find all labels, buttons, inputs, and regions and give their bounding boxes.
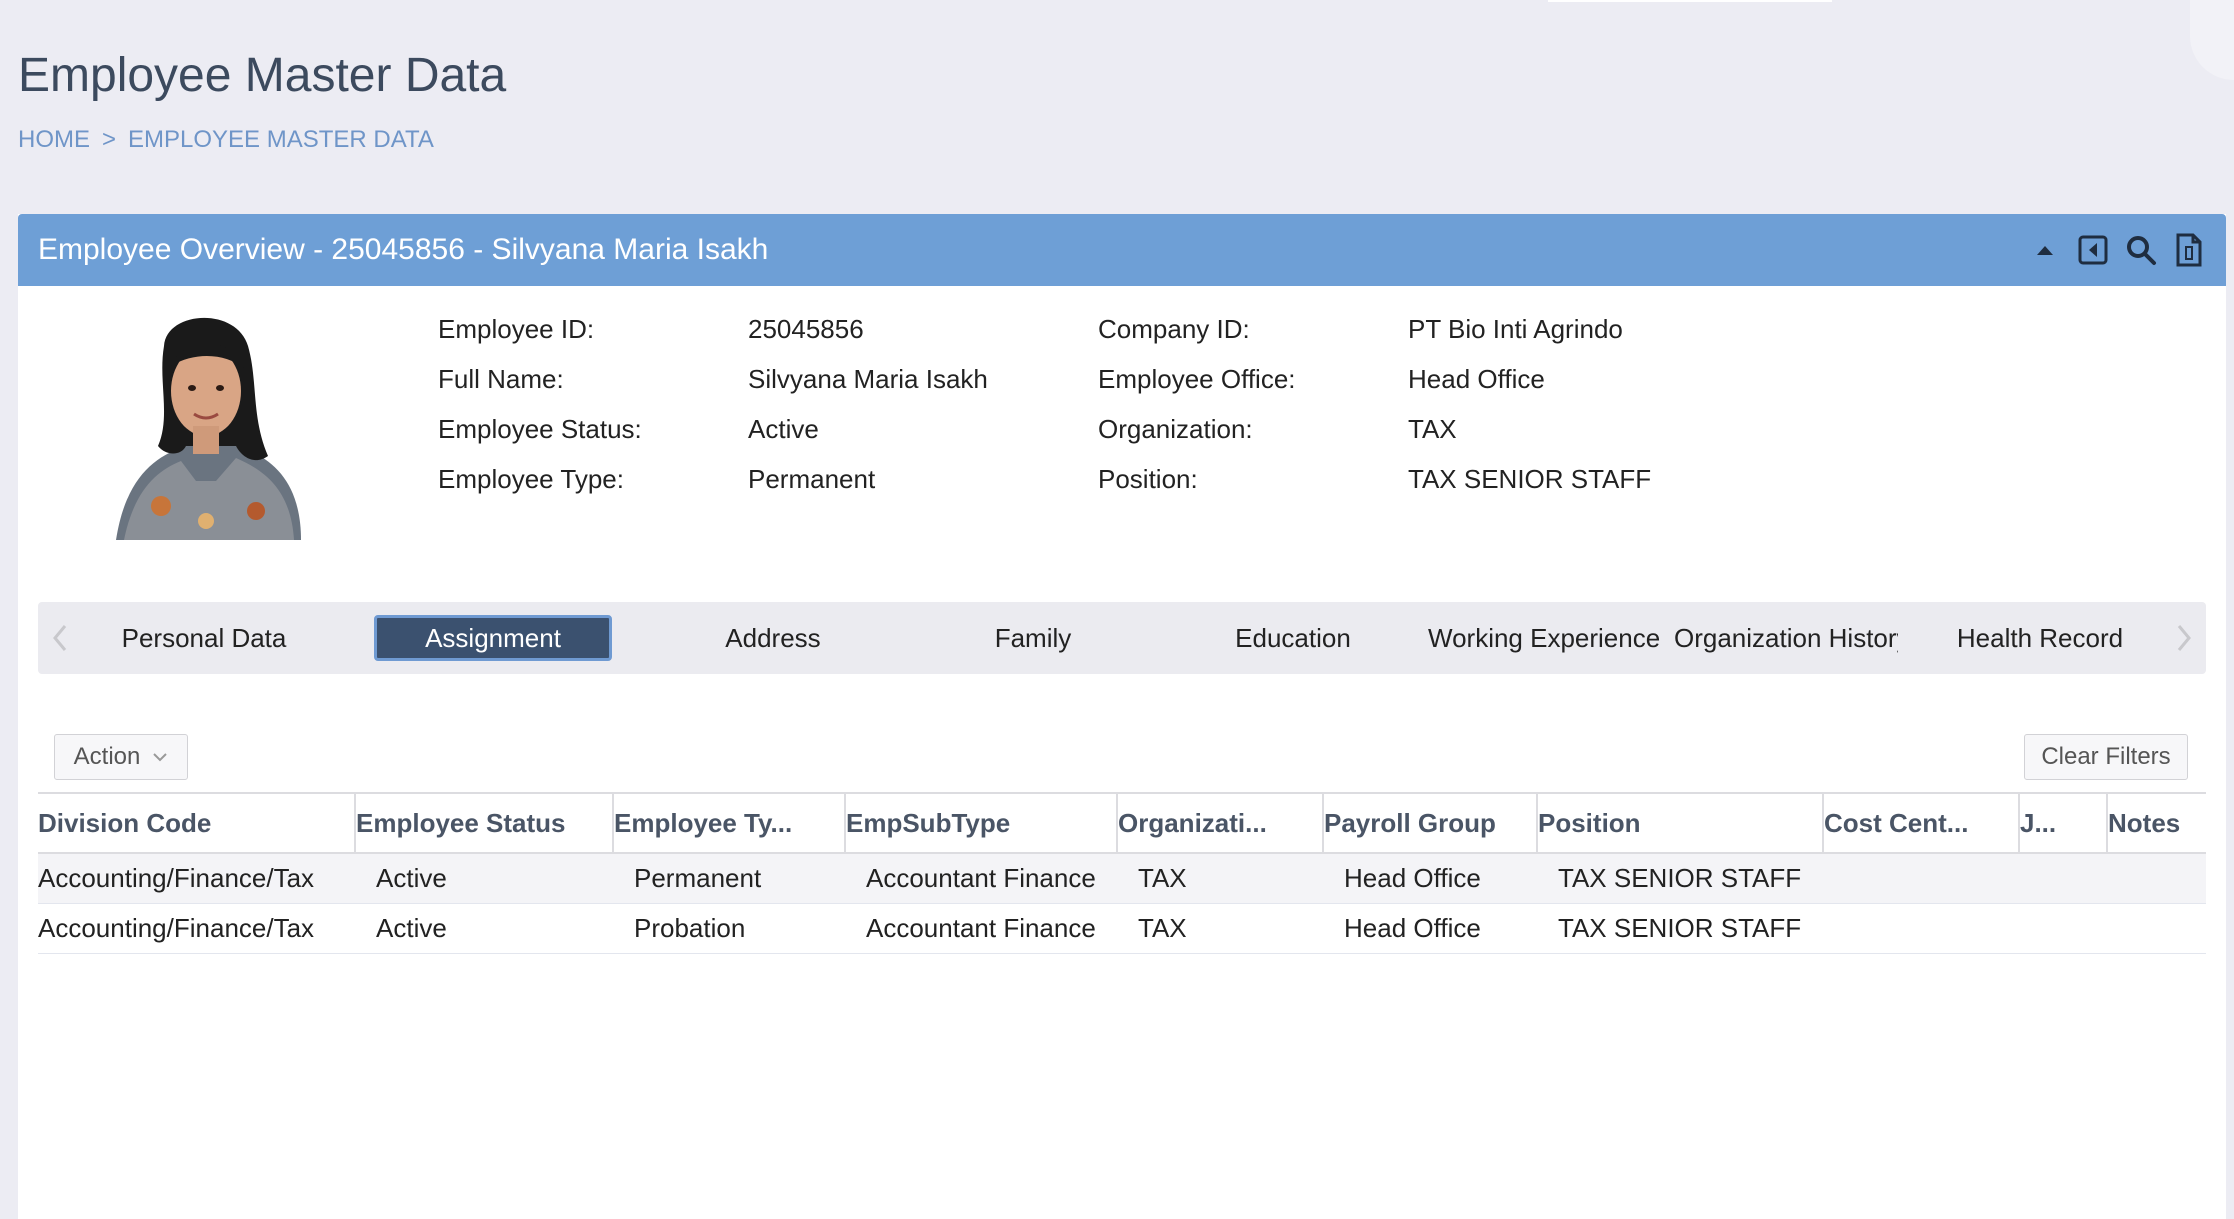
column-header[interactable]: Notes: [2108, 794, 2206, 852]
chevron-down-icon: [153, 753, 168, 762]
top-search-stub: [1548, 0, 1832, 2]
value-employee-status: Active: [748, 414, 819, 444]
document-icon[interactable]: [2172, 233, 2206, 267]
action-dropdown[interactable]: Action: [54, 734, 188, 780]
label-employee-office: Employee Office:: [1098, 364, 1296, 394]
cell-j: [2020, 904, 2108, 953]
tab-organization-history[interactable]: Organization History: [1674, 615, 1898, 661]
cell-cost-center: [1824, 854, 2020, 903]
tab-personal-data[interactable]: Personal Data: [94, 615, 314, 661]
value-employee-type: Permanent: [748, 464, 876, 494]
label-employee-id: Employee ID:: [438, 314, 595, 344]
panel-title: Employee Overview - 25045856 - Silvyana …: [38, 233, 769, 266]
column-header[interactable]: EmpSubType: [846, 794, 1118, 852]
tab-assignment[interactable]: Assignment: [374, 615, 612, 661]
cell-emp-sub-type: Accountant Finance: [866, 863, 1096, 893]
cell-employee-status: Active: [376, 863, 447, 893]
breadcrumb-home[interactable]: HOME: [18, 126, 90, 154]
value-position: TAX SENIOR STAFF: [1408, 464, 1652, 494]
cell-notes: [2108, 904, 2206, 953]
tab-scroll-left-icon[interactable]: [38, 602, 82, 674]
cell-employee-type: Permanent: [634, 863, 762, 893]
corner-panel-stub: [2190, 0, 2234, 80]
value-full-name: Silvyana Maria Isakh: [748, 364, 988, 394]
value-employee-id: 25045856: [748, 314, 864, 344]
cell-cost-center: [1824, 904, 2020, 953]
search-icon[interactable]: [2124, 233, 2158, 267]
value-organization: TAX: [1408, 414, 1457, 444]
cell-position: TAX SENIOR STAFF: [1558, 913, 1802, 943]
cell-division-code: Accounting/Finance/Tax: [38, 913, 315, 943]
cell-emp-sub-type: Accountant Finance: [866, 913, 1096, 943]
column-header[interactable]: Employee Ty...: [614, 794, 846, 852]
value-employee-office: Head Office: [1408, 364, 1545, 394]
page-title: Employee Master Data: [18, 49, 507, 102]
employee-info-grid: Employee ID: 25045856 Company ID: PT Bio…: [438, 314, 1728, 514]
breadcrumb: HOME > EMPLOYEE MASTER DATA: [18, 126, 434, 154]
cell-payroll-group: Head Office: [1344, 863, 1481, 893]
tab-family[interactable]: Family: [928, 615, 1138, 661]
assignment-table: Division Code Employee Status Employee T…: [38, 792, 2206, 954]
cell-organization: TAX: [1138, 913, 1187, 943]
tab-working-experience[interactable]: Working Experience: [1428, 615, 1668, 661]
tab-education[interactable]: Education: [1188, 615, 1398, 661]
label-position: Position:: [1098, 464, 1198, 494]
cell-organization: TAX: [1138, 863, 1187, 893]
value-company-id: PT Bio Inti Agrindo: [1408, 314, 1623, 344]
label-employee-status: Employee Status:: [438, 414, 642, 444]
tab-strip: Personal Data Assignment Address Family …: [38, 602, 2206, 674]
cell-j: [2020, 854, 2108, 903]
cell-payroll-group: Head Office: [1344, 913, 1481, 943]
table-body: Accounting/Finance/Tax Active Permanent …: [38, 854, 2206, 954]
collapse-up-icon[interactable]: [2028, 233, 2062, 267]
table-row[interactable]: Accounting/Finance/Tax Active Permanent …: [38, 854, 2206, 904]
clear-filters-button[interactable]: Clear Filters: [2024, 734, 2188, 780]
label-full-name: Full Name:: [438, 364, 564, 394]
table-row[interactable]: Accounting/Finance/Tax Active Probation …: [38, 904, 2206, 954]
column-header[interactable]: Payroll Group: [1324, 794, 1538, 852]
column-header[interactable]: J...: [2020, 794, 2108, 852]
cell-employee-type: Probation: [634, 913, 746, 943]
tab-scroll-right-icon[interactable]: [2162, 602, 2206, 674]
cell-notes: [2108, 854, 2206, 903]
breadcrumb-separator: >: [102, 126, 117, 153]
tab-health-record[interactable]: Health Record: [1938, 615, 2142, 661]
tab-address[interactable]: Address: [668, 615, 878, 661]
column-header[interactable]: Employee Status: [356, 794, 614, 852]
label-organization: Organization:: [1098, 414, 1253, 444]
cell-division-code: Accounting/Finance/Tax: [38, 863, 315, 893]
column-header[interactable]: Organizati...: [1118, 794, 1324, 852]
back-icon[interactable]: [2076, 233, 2110, 267]
cell-employee-status: Active: [376, 913, 447, 943]
label-company-id: Company ID:: [1098, 314, 1250, 344]
cell-position: TAX SENIOR STAFF: [1558, 863, 1802, 893]
breadcrumb-current[interactable]: EMPLOYEE MASTER DATA: [128, 126, 434, 154]
column-header[interactable]: Division Code: [38, 794, 356, 852]
column-header[interactable]: Cost Cent...: [1824, 794, 2020, 852]
panel-tools: [2028, 233, 2206, 267]
table-header: Division Code Employee Status Employee T…: [38, 792, 2206, 854]
employee-photo: [86, 306, 326, 540]
employee-overview-panel: Employee Overview - 25045856 - Silvyana …: [18, 214, 2226, 1219]
action-label: Action: [73, 743, 141, 770]
label-employee-type: Employee Type:: [438, 464, 624, 494]
panel-header: Employee Overview - 25045856 - Silvyana …: [18, 214, 2226, 286]
column-header[interactable]: Position: [1538, 794, 1824, 852]
